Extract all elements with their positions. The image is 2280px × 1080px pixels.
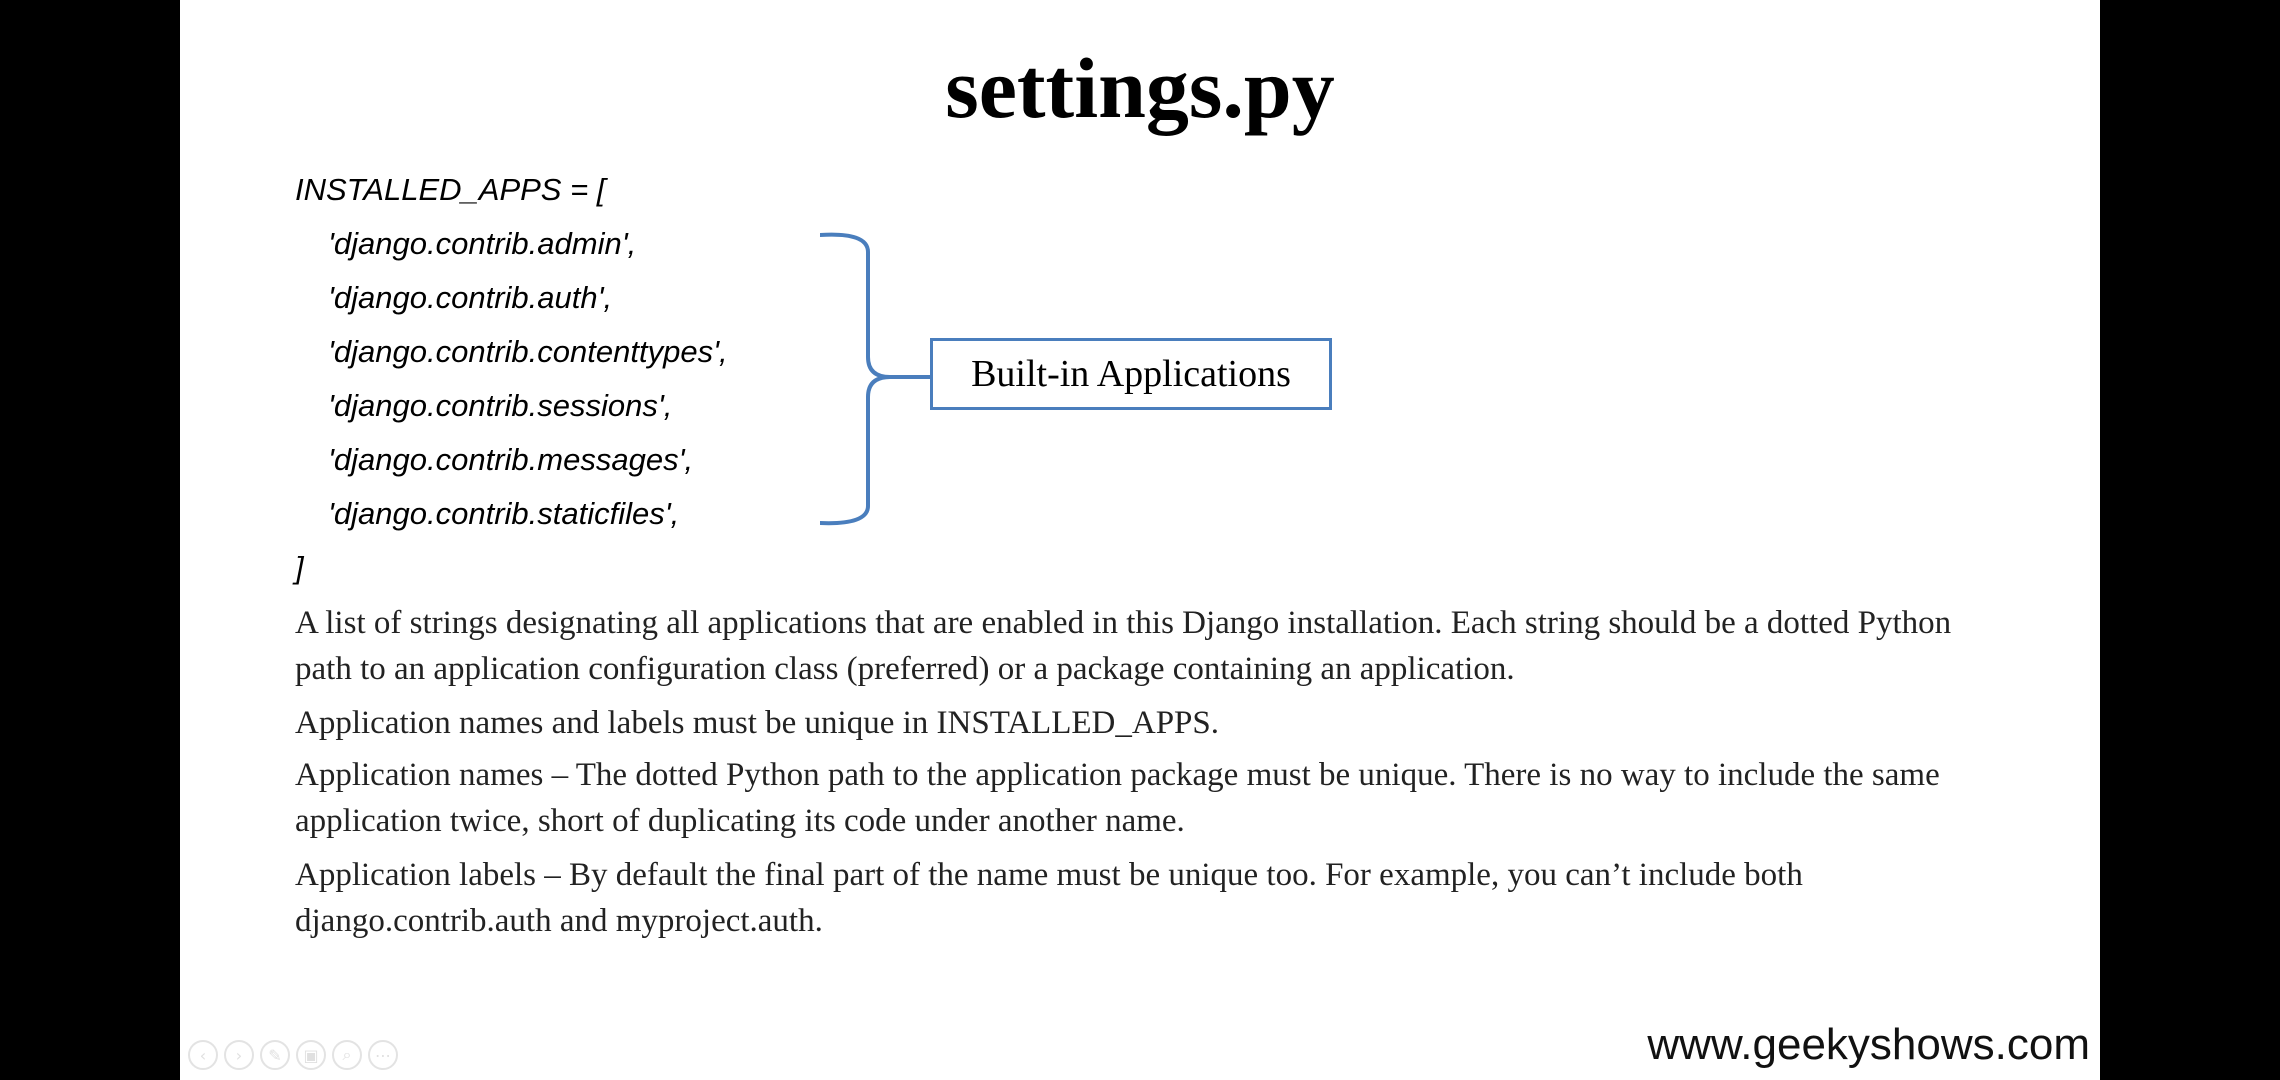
more-icon[interactable]: ⋯ [368,1040,398,1070]
letterbox-right [2100,0,2280,1080]
pen-icon[interactable]: ✎ [260,1040,290,1070]
paragraph-application-names: Application names – The dotted Python pa… [295,757,1940,839]
code-line-admin: 'django.contrib.admin', [328,226,637,261]
watermark: www.geekyshows.com [1647,1020,2090,1069]
zoom-icon[interactable]: ⌕ [332,1040,362,1070]
letterbox-left [0,0,180,1080]
slide-title: settings.py [945,40,1335,136]
slide: settings.py INSTALLED_APPS = [ 'django.c… [180,0,2100,1080]
previous-icon[interactable]: ‹ [188,1040,218,1070]
next-icon[interactable]: › [224,1040,254,1070]
slides-icon[interactable]: ▣ [296,1040,326,1070]
code-line-open: INSTALLED_APPS = [ [295,172,606,207]
paragraph-unique-names: Application names and labels must be uni… [295,705,1219,741]
paragraph-installed-apps-desc: A list of strings designating all applic… [295,605,1952,687]
code-line-contenttypes: 'django.contrib.contenttypes', [328,334,728,369]
built-in-applications-callout: Built-in Applications [930,338,1332,410]
slideshow-controls: ‹ › ✎ ▣ ⌕ ⋯ [188,1040,398,1070]
callout-label: Built-in Applications [971,353,1291,395]
code-line-close: ] [295,550,304,585]
code-line-messages: 'django.contrib.messages', [328,442,694,477]
code-line-sessions: 'django.contrib.sessions', [328,388,673,423]
code-line-auth: 'django.contrib.auth', [328,280,613,315]
code-line-staticfiles: 'django.contrib.staticfiles', [328,496,680,531]
paragraph-application-labels: Application labels – By default the fina… [295,857,1803,939]
